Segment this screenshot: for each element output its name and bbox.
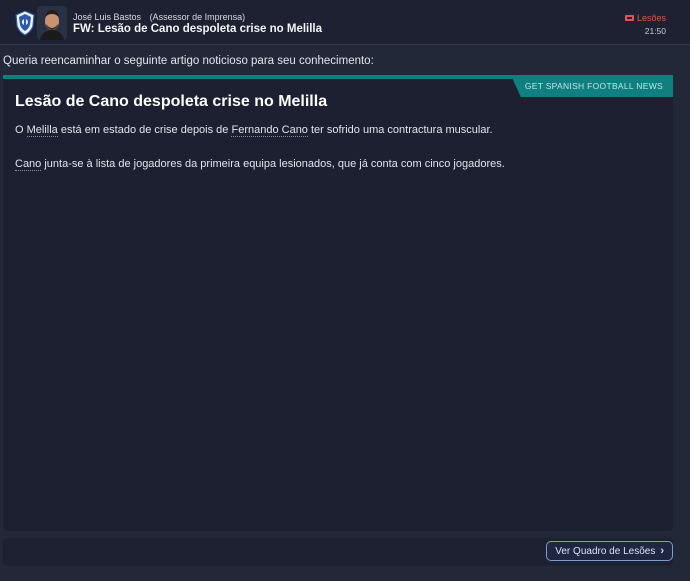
club-crest-icon[interactable] [14,10,36,36]
article-paragraph-2: Cano junta-se à lista de jogadores da pr… [15,158,505,171]
message-footer: Ver Quadro de Lesões › [3,538,673,566]
player-link-cano[interactable]: Cano [15,158,42,171]
view-injury-board-label: Ver Quadro de Lesões [555,545,656,557]
message-subject: FW: Lesão de Cano despoleta crise no Mel… [73,23,323,35]
article-headline: Lesão de Cano despoleta crise no Melilla [15,93,328,110]
article-paragraph-1: O Melilla está em estado de crise depois… [15,124,493,137]
message-time: 21:50 [644,26,666,36]
p1-text-a: O [15,124,27,136]
view-injury-board-button[interactable]: Ver Quadro de Lesões › [546,541,673,561]
p1-text-c: ter sofrido uma contractura muscular. [307,124,493,136]
sender-role: (Assessor de Imprensa) [149,12,246,22]
tag-label: Lesões [636,13,666,23]
sender-line: José Luis Bastos (Assessor de Imprensa) [73,12,245,22]
player-link-fernando-cano[interactable]: Fernando Cano [231,124,308,137]
injury-tag-icon [624,15,634,21]
p2-text: junta-se à lista de jogadores da primeir… [41,158,505,170]
category-tag[interactable]: Lesões [624,13,666,23]
sender-name[interactable]: José Luis Bastos [73,12,141,22]
chevron-right-icon: › [660,545,664,557]
message-intro: Queria reencaminhar o seguinte artigo no… [3,55,374,67]
club-link-melilla[interactable]: Melilla [26,124,58,137]
news-article: GET SPANISH FOOTBALL NEWS Lesão de Cano … [3,75,673,531]
p1-text-b: está em estado de crise depois de [57,124,232,136]
news-source-tab: GET SPANISH FOOTBALL NEWS [510,75,673,97]
sender-avatar[interactable] [37,6,67,40]
message-header: José Luis Bastos (Assessor de Imprensa) … [0,0,690,45]
